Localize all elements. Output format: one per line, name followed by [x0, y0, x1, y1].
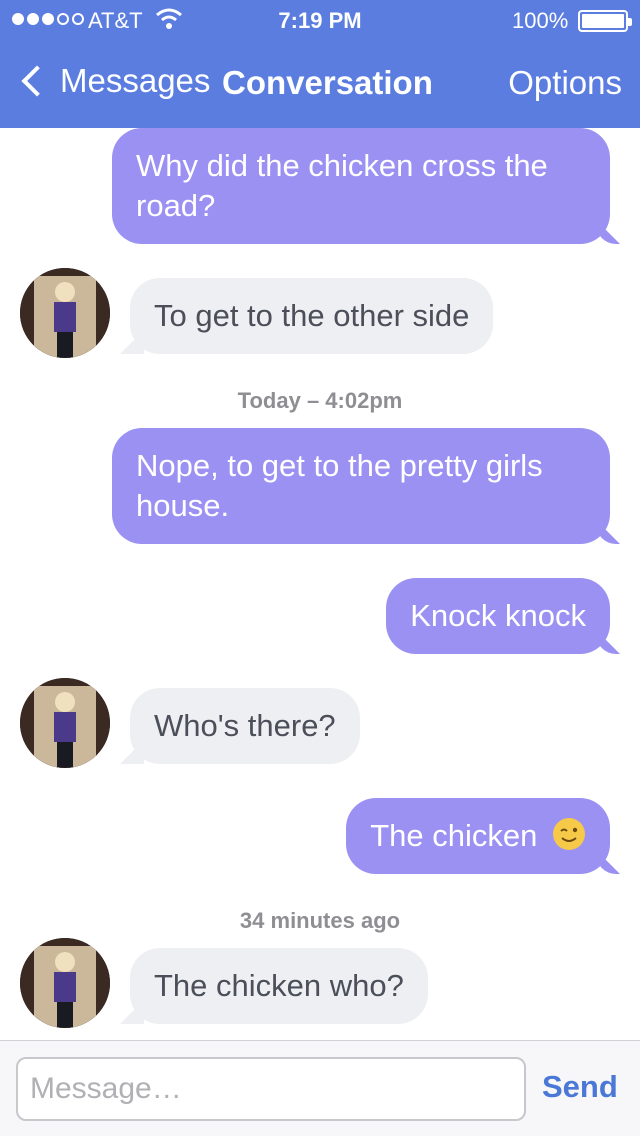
message-text: The chicken	[370, 818, 538, 853]
status-bar: AT&T 7:19 PM 100%	[0, 0, 640, 40]
contact-avatar[interactable]	[20, 678, 110, 768]
page-title: Conversation	[222, 64, 433, 101]
incoming-message[interactable]: Who's there?	[130, 688, 360, 764]
incoming-message[interactable]: To get to the other side	[130, 278, 494, 354]
contact-avatar[interactable]	[20, 938, 110, 1028]
timestamp: 34 minutes ago	[239, 908, 401, 933]
avatar-photo	[20, 268, 110, 358]
message-text: Nope, to get to the pretty girls house.	[136, 448, 543, 523]
timestamp: Today – 4:02pm	[237, 388, 403, 413]
back-label: Messages	[60, 62, 211, 99]
message-thread[interactable]: Why did the chicken cross the road? To g…	[0, 128, 640, 1040]
message-input[interactable]	[16, 1057, 526, 1121]
message-text: The chicken who?	[154, 968, 404, 1003]
outgoing-message[interactable]: Nope, to get to the pretty girls house.	[112, 428, 610, 544]
battery-percent: 100%	[512, 8, 569, 33]
winking-face-emoji	[553, 818, 585, 850]
back-button[interactable]: Messages	[18, 62, 210, 100]
message-text: Knock knock	[410, 598, 586, 633]
outgoing-message[interactable]: Why did the chicken cross the road?	[112, 128, 610, 244]
avatar-photo	[20, 938, 110, 1028]
outgoing-message[interactable]: The chicken	[346, 798, 610, 874]
incoming-message[interactable]: The chicken who?	[130, 948, 428, 1024]
outgoing-message[interactable]: Knock knock	[386, 578, 610, 654]
chevron-left-icon	[21, 65, 53, 97]
avatar-photo	[20, 678, 110, 768]
options-button[interactable]: Options	[508, 64, 622, 102]
message-text: Who's there?	[154, 708, 336, 743]
navigation-bar: AT&T 7:19 PM 100% Messages Conversation …	[0, 0, 640, 128]
battery-icon	[578, 10, 632, 32]
send-button[interactable]: Send	[542, 1069, 618, 1105]
contact-avatar[interactable]	[20, 268, 110, 358]
composer-bar: Send	[0, 1040, 640, 1136]
message-text: To get to the other side	[154, 298, 470, 333]
message-text: Why did the chicken cross the road?	[136, 148, 548, 223]
